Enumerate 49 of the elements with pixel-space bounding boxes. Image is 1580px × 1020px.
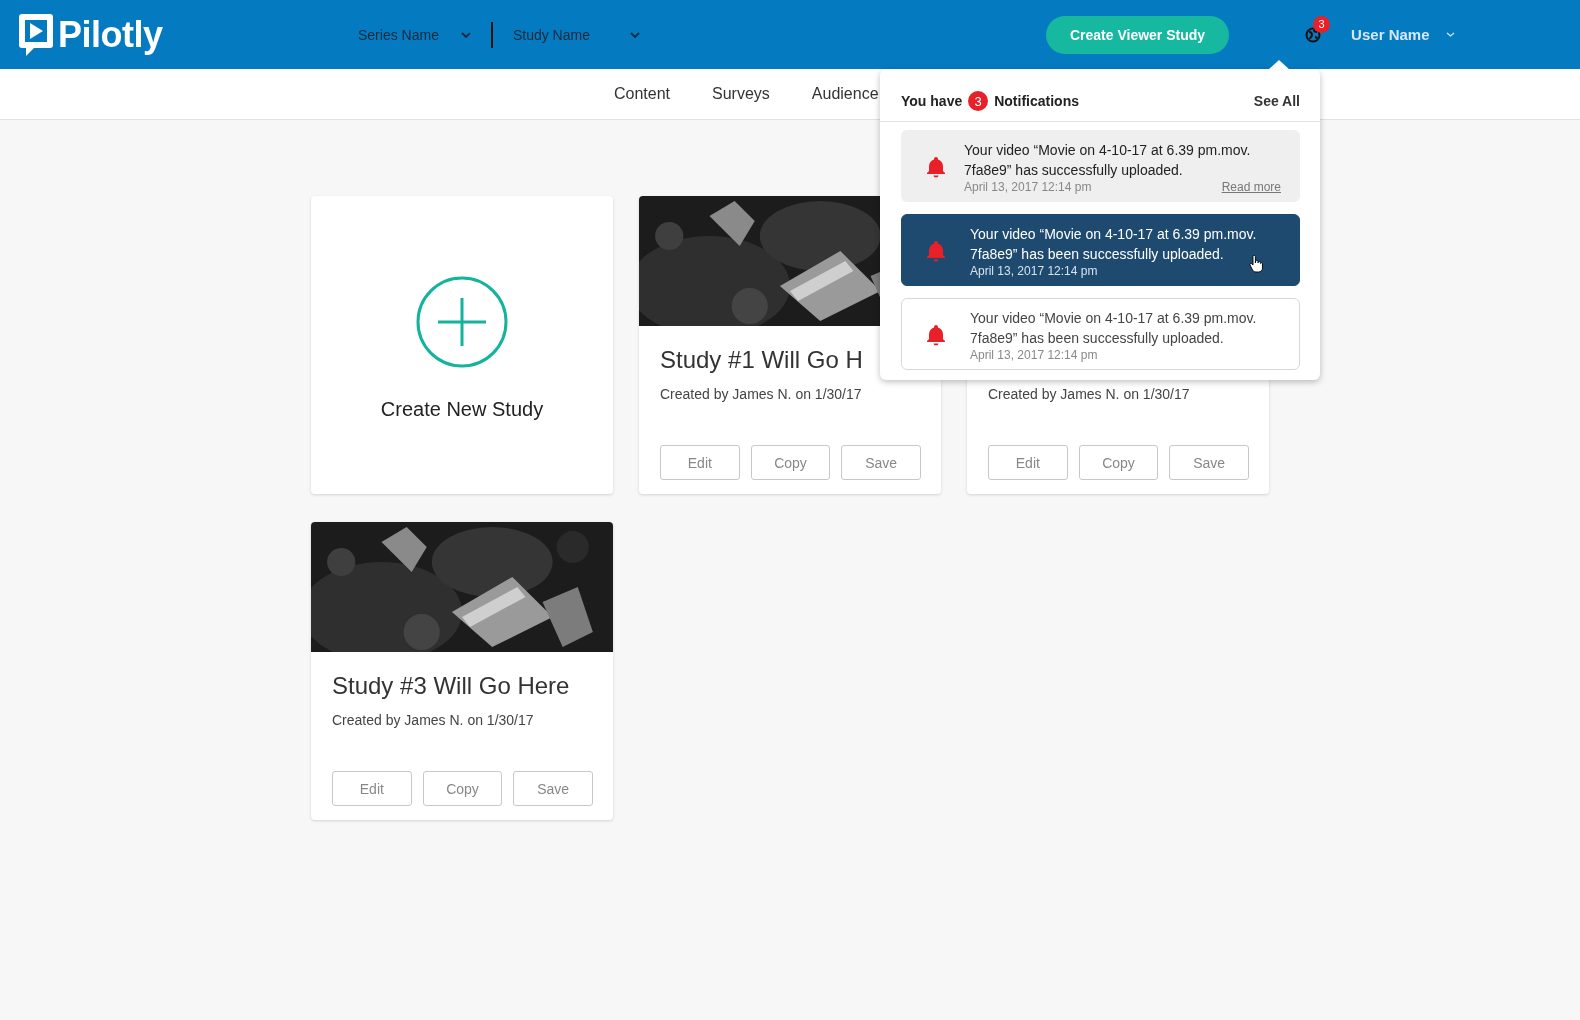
dropdown-selector[interactable]: Study Name [492,26,660,43]
create-viewer-study-button[interactable]: Create Viewer Study [1045,15,1230,54]
notification-time: April 13, 2017 12:14 pm [964,180,1092,194]
notification-time: April 13, 2017 12:14 pm [970,348,1098,362]
see-all-link[interactable]: See All [1253,93,1300,109]
card-action-button[interactable]: Edit [332,771,412,806]
notification-item[interactable]: Your video “Movie on 4-10-17 at 6.39 pm.mov. 7fa8e9” has been successfully uploaded. April 13, 2017 12:14 pm [901,298,1300,370]
notification-message: Your video “Movie on 4-10-17 at 6.39 pm.mov. 7fa8e9” has successfully uploaded. [964,141,1252,180]
study-title: Study #1 Will Go H [660,346,864,375]
logo-icon [18,11,54,58]
nav-tab[interactable]: Surveys [712,85,770,103]
card-action-button[interactable]: Save [513,771,593,806]
create-study-card[interactable]: Create New Study [311,196,613,494]
notification-item[interactable]: Your video “Movie on 4-10-17 at 6.39 pm.mov. 7fa8e9” has successfully uploaded. April 13, 2017 12:14 pm Read more [901,130,1300,202]
read-more-link[interactable]: Read more [1221,180,1281,194]
notifications-heading: Notifications [994,93,1079,109]
study-title: Study #3 Will Go Here [332,672,571,701]
card-action-button[interactable]: Copy [750,445,831,480]
card-action-button[interactable]: Save [841,445,921,480]
notification-count: 3 [968,91,989,111]
notification-message: Your video “Movie on 4-10-17 at 6.39 pm.mov. 7fa8e9” has been successfully uploaded. [970,309,1258,348]
study-creator-text: Created by James N. on 1/30/17 [332,712,535,728]
chevron-down-icon [629,31,640,38]
card-action-button[interactable]: Edit [988,445,1068,480]
notification-time: April 13, 2017 12:14 pm [970,264,1098,278]
study-creator-text: Created by James N. on 1/30/17 [660,386,863,402]
chevron-down-icon [1445,32,1455,37]
bell-icon [924,323,948,347]
globe-icon[interactable] [1305,26,1322,43]
bell-icon [924,239,948,263]
notification-item[interactable]: Your video “Movie on 4-10-17 at 6.39 pm.mov. 7fa8e9” has been successfully uploaded. April 13, 2017 12:14 pm [901,214,1300,286]
dropdown-selector[interactable]: Series Name [358,26,491,43]
nav-tab[interactable]: Audience [811,85,879,103]
bell-icon [924,155,948,179]
user-menu[interactable]: User Name [1345,25,1461,44]
card-action-button[interactable]: Save [1169,445,1249,480]
card-action-button[interactable]: Copy [422,771,503,806]
notification-count: 3 [1313,15,1331,33]
chevron-down-icon [460,31,471,38]
card-action-button[interactable]: Copy [1078,445,1159,480]
logo-text: Pilotly [58,13,163,56]
notification-message: Your video “Movie on 4-10-17 at 6.39 pm.mov. 7fa8e9” has been successfully uploaded. [970,225,1258,264]
nav-tab[interactable]: Content [614,85,671,103]
create-study-label: Create New Study [380,398,544,421]
card-action-button[interactable]: Edit [660,445,740,480]
notifications-heading: You have [901,93,963,109]
hand-cursor-icon [1249,255,1263,273]
plus-circle-icon [416,276,508,368]
study-creator-text: Created by James N. on 1/30/17 [988,386,1191,402]
